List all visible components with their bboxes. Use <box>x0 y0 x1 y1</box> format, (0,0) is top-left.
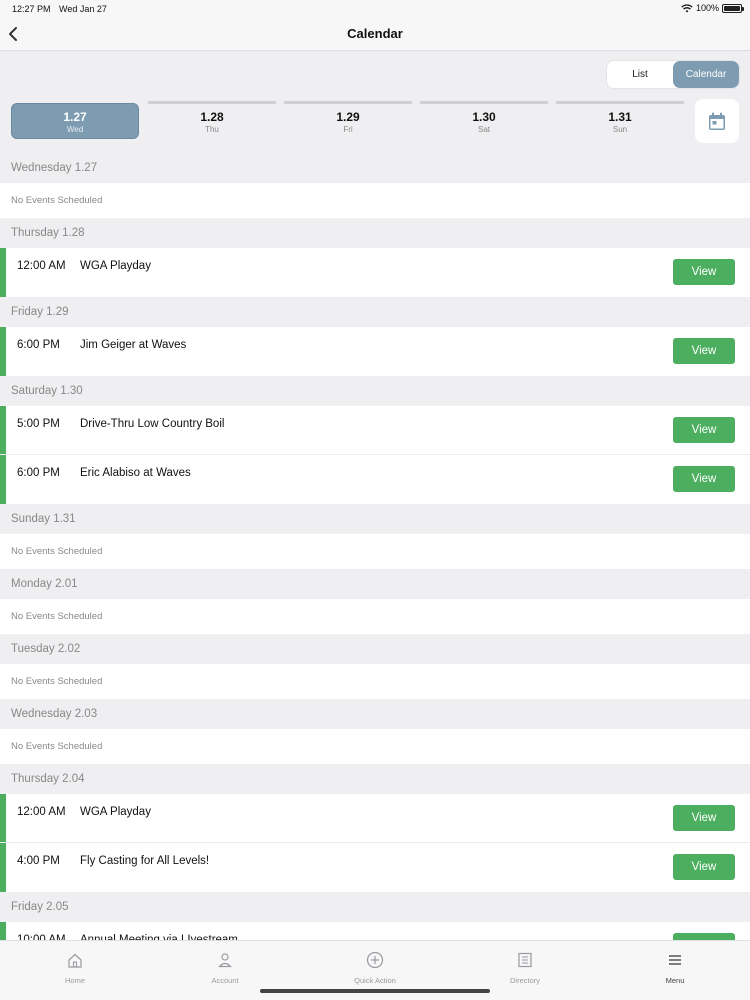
event-row[interactable]: 12:00 AM WGA Playday View <box>0 794 750 843</box>
tab-label: Menu <box>665 976 685 985</box>
tab-label: Quick Action <box>354 976 396 985</box>
event-indicator-bar <box>0 248 6 297</box>
no-events-text: No Events Scheduled <box>0 729 750 764</box>
day-header: Wednesday 2.03 <box>0 699 750 729</box>
view-event-button[interactable]: View <box>673 805 735 831</box>
home-indicator <box>260 989 490 993</box>
event-row[interactable]: 12:00 AM WGA Playday View <box>0 248 750 297</box>
date-strip: 1.27 Wed 1.28 Thu 1.29 Fri 1.30 Sat 1.31 Sun <box>11 101 685 141</box>
day-header: Tuesday 2.02 <box>0 634 750 664</box>
no-events-text: No Events Scheduled <box>0 599 750 634</box>
date-number: 1.31 <box>608 110 632 124</box>
date-number: 1.27 <box>63 110 87 124</box>
day-of-week: Sat <box>477 125 490 134</box>
event-time: 6:00 PM <box>17 467 60 479</box>
event-name: Drive-Thru Low Country Boil <box>80 418 225 430</box>
event-name: Fly Casting for All Levels! <box>80 855 210 867</box>
date-number: 1.29 <box>336 110 360 124</box>
day-of-week: Fri <box>343 125 353 134</box>
event-indicator-bar <box>0 843 6 892</box>
event-name: Eric Alabiso at Waves <box>80 467 191 479</box>
date-cell-1.28[interactable]: 1.28 Thu <box>148 101 276 139</box>
status-bar: 12:27 PM Wed Jan 27 100% <box>0 0 750 18</box>
day-of-week: Wed <box>66 125 84 134</box>
tab-label: Directory <box>509 976 540 985</box>
plus-circle-icon <box>366 951 384 969</box>
event-time: 6:00 PM <box>17 339 60 351</box>
date-cell-1.30[interactable]: 1.30 Sat <box>420 101 548 139</box>
wifi-icon <box>681 3 693 12</box>
calendar-picker-button[interactable] <box>695 99 739 143</box>
home-icon <box>68 953 82 968</box>
day-header: Monday 2.01 <box>0 569 750 599</box>
event-indicator-bar <box>0 455 6 504</box>
calendar-view-tab[interactable]: Calendar <box>673 61 739 88</box>
page-title: Calendar <box>347 26 403 41</box>
day-header: Thursday 1.28 <box>0 218 750 248</box>
tab-menu[interactable]: Menu <box>645 951 705 985</box>
event-time: 4:00 PM <box>17 855 60 867</box>
tab-directory[interactable]: Directory <box>495 951 555 985</box>
day-header: Sunday 1.31 <box>0 504 750 534</box>
event-indicator-bar <box>0 327 6 376</box>
tab-home[interactable]: Home <box>45 951 105 985</box>
status-date: Wed Jan 27 <box>59 4 107 14</box>
day-header: Friday 1.29 <box>0 297 750 327</box>
day-of-week: Sun <box>612 125 628 134</box>
directory-icon <box>518 952 532 968</box>
no-events-text: No Events Scheduled <box>0 664 750 699</box>
day-header: Thursday 2.04 <box>0 764 750 794</box>
view-event-button[interactable]: View <box>673 854 735 880</box>
event-row[interactable]: 6:00 PM Jim Geiger at Waves View <box>0 327 750 376</box>
tab-account[interactable]: Account <box>195 951 255 985</box>
date-number: 1.28 <box>200 110 224 124</box>
event-indicator-bar <box>0 794 6 842</box>
event-name: Jim Geiger at Waves <box>80 339 187 351</box>
day-header: Wednesday 1.27 <box>0 153 750 183</box>
list-view-tab[interactable]: List <box>607 61 673 88</box>
navigation-bar: Calendar <box>0 18 750 51</box>
event-name: WGA Playday <box>80 260 151 272</box>
day-of-week: Thu <box>205 125 219 134</box>
event-row[interactable]: 4:00 PM Fly Casting for All Levels! View <box>0 843 750 892</box>
status-time: 12:27 PM <box>12 4 51 14</box>
calendar-icon <box>709 112 725 130</box>
event-row[interactable]: 5:00 PM Drive-Thru Low Country Boil View <box>0 406 750 455</box>
event-name: WGA Playday <box>80 806 151 818</box>
date-cell-1.29[interactable]: 1.29 Fri <box>284 101 412 139</box>
tab-quick-action[interactable]: Quick Action <box>345 951 405 985</box>
no-events-text: No Events Scheduled <box>0 534 750 569</box>
view-event-button[interactable]: View <box>673 338 735 364</box>
battery-percent: 100% <box>695 3 719 13</box>
day-header: Friday 2.05 <box>0 892 750 922</box>
event-row[interactable]: 6:00 PM Eric Alabiso at Waves View <box>0 455 750 504</box>
date-cell-1.27[interactable]: 1.27 Wed <box>11 103 139 139</box>
tab-label: Account <box>211 976 239 985</box>
event-indicator-bar <box>0 406 6 454</box>
event-time: 12:00 AM <box>17 260 66 272</box>
battery-icon <box>722 3 744 13</box>
day-header: Saturday 1.30 <box>0 376 750 406</box>
view-event-button[interactable]: View <box>673 417 735 443</box>
no-events-text: No Events Scheduled <box>0 183 750 218</box>
account-icon <box>218 953 232 968</box>
date-cell-1.31[interactable]: 1.31 Sun <box>556 101 684 139</box>
view-toggle: List Calendar <box>607 61 739 88</box>
tab-label: Home <box>64 976 85 985</box>
view-event-button[interactable]: View <box>673 259 735 285</box>
event-list: Wednesday 1.27 No Events Scheduled Thursda… <box>0 153 750 971</box>
event-time: 12:00 AM <box>17 806 66 818</box>
menu-icon <box>669 955 681 965</box>
event-time: 5:00 PM <box>17 418 60 430</box>
view-event-button[interactable]: View <box>673 466 735 492</box>
date-number: 1.30 <box>472 110 496 124</box>
